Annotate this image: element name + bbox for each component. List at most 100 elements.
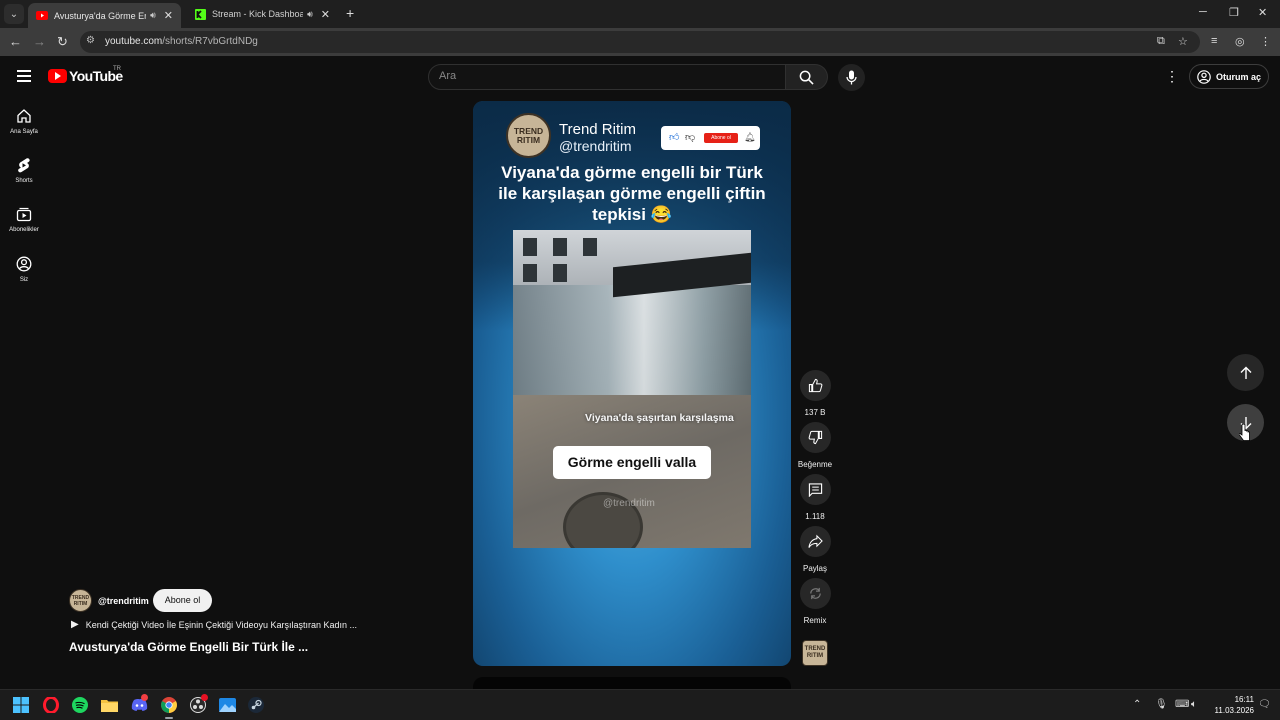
browser-menu-icon[interactable]: ⋮: [1260, 35, 1271, 48]
you-icon: [16, 256, 32, 272]
close-tab-icon[interactable]: ✕: [164, 9, 173, 22]
video-watermark: @trendritim: [603, 498, 655, 509]
thumbs-down-icon: 👎︎: [685, 132, 696, 143]
opera-app[interactable]: [42, 696, 60, 714]
video-subtitle-small: Viyana'da şaşırtan karşılaşma: [585, 412, 734, 424]
close-tab-icon[interactable]: ✕: [321, 8, 330, 21]
remix-button[interactable]: Remix: [799, 578, 831, 625]
video-subscribe-card: 👍︎ 👎︎ Abone ol 🔔︎: [661, 126, 760, 150]
clip-window: [553, 264, 567, 282]
url-host: youtube.com: [105, 36, 163, 47]
sidebar-item-shorts[interactable]: Shorts: [0, 157, 48, 184]
tray-overflow-icon[interactable]: ⌃: [1133, 699, 1141, 710]
next-short-preview[interactable]: [473, 677, 791, 689]
notifications-icon[interactable]: 🗨︎: [1258, 699, 1271, 710]
discord-notification-dot: [141, 694, 148, 701]
install-app-icon[interactable]: ⧉: [1157, 35, 1165, 48]
signin-label: Oturum aç: [1216, 71, 1262, 82]
steam-icon: [248, 697, 264, 713]
start-button[interactable]: [12, 696, 30, 714]
back-icon[interactable]: ←: [9, 34, 22, 49]
search-input[interactable]: [439, 70, 769, 82]
site-info-icon[interactable]: ⚙︎: [86, 35, 95, 46]
share-icon: [807, 534, 823, 548]
comment-count: 1.118: [805, 512, 825, 521]
tab-search-button[interactable]: ⌄: [4, 4, 24, 24]
video-channel-handle: @trendritim: [559, 138, 632, 154]
clip-window: [523, 238, 537, 256]
tab-youtube[interactable]: Avusturya'da Görme Engelli Bi 🔊︎ ✕: [28, 3, 181, 28]
chrome-app[interactable]: [160, 696, 178, 719]
address-bar[interactable]: ⚙︎ youtube.com/shorts/R7vbGrtdNDg: [80, 31, 1200, 53]
steam-app[interactable]: [247, 696, 265, 714]
spotify-app[interactable]: [71, 696, 89, 714]
voice-search-button[interactable]: [838, 64, 865, 91]
comments-button[interactable]: 1.118: [799, 474, 831, 521]
discord-app[interactable]: [130, 694, 148, 714]
video-channel-logo: TREND RITIM: [506, 113, 551, 158]
dislike-button[interactable]: Beğenme: [798, 422, 832, 469]
country-code: TR: [113, 66, 121, 72]
tab-title: Avusturya'da Görme Engelli Bi: [54, 10, 146, 21]
forward-icon[interactable]: →: [33, 34, 46, 49]
menu-icon[interactable]: [17, 70, 31, 82]
dislike-icon: [808, 430, 822, 445]
logo-line: RITIM: [516, 134, 541, 145]
sidebar-item-home[interactable]: Ana Sayfa: [0, 108, 48, 135]
logo-line: TREND: [804, 646, 826, 652]
short-title: Avusturya'da Görme Engelli Bir Türk İle …: [69, 640, 309, 654]
like-button[interactable]: 137 B: [799, 370, 831, 417]
close-window-icon[interactable]: ✕: [1258, 6, 1267, 19]
share-button[interactable]: Paylaş: [799, 526, 831, 573]
taskbar-clock[interactable]: 16:11 11.03.2026: [1210, 694, 1254, 716]
obs-app[interactable]: [189, 694, 208, 714]
video-subscribe-badge: Abone ol: [704, 133, 738, 143]
clip-window: [553, 238, 567, 256]
home-icon: [17, 109, 31, 123]
obs-recording-dot: [201, 694, 208, 701]
speaker-icon[interactable]: 🔊︎: [150, 10, 156, 21]
microphone-icon: [846, 70, 857, 85]
youtube-logo[interactable]: YouTube TR: [48, 66, 123, 84]
opera-icon: [43, 697, 59, 713]
channel-avatar-button[interactable]: TREND RITIM: [802, 640, 828, 666]
signin-button[interactable]: Oturum aç: [1189, 64, 1269, 89]
search-button[interactable]: [786, 64, 828, 90]
tray-microphone-icon[interactable]: 🎙︎: [1155, 699, 1168, 710]
clip-window: [523, 264, 537, 282]
tab-kick[interactable]: Stream - Kick Dashboard 🔊︎ ✕: [186, 3, 338, 25]
windows-logo-icon: [13, 697, 29, 713]
reload-icon[interactable]: ↻: [57, 34, 68, 50]
account-icon: [1197, 69, 1211, 84]
subscribe-button[interactable]: Abone ol: [153, 589, 212, 612]
network-icon[interactable]: ⌨︎: [1175, 699, 1189, 710]
video-channel-name: Trend Ritim: [559, 121, 636, 138]
play-icon: ▶: [71, 619, 79, 630]
spotify-icon: [72, 697, 88, 713]
previous-short-button[interactable]: [1227, 354, 1264, 391]
short-video-player[interactable]: TREND RITIM Trend Ritim @trendritim 👍︎ 👎…: [473, 101, 791, 666]
media-control-icon[interactable]: ≡: [1211, 35, 1217, 47]
bookmark-star-icon[interactable]: ☆: [1178, 35, 1188, 48]
photos-icon: [218, 698, 236, 712]
file-explorer-app[interactable]: [100, 696, 118, 714]
share-label: Paylaş: [802, 564, 827, 573]
linked-video-link[interactable]: ▶ Kendi Çektiği Video İle Eşinin Çektiği…: [71, 619, 357, 630]
new-tab-button[interactable]: +: [346, 5, 354, 21]
logo-line: RITIM: [73, 600, 88, 607]
minimize-icon[interactable]: ─: [1199, 6, 1207, 18]
sidebar-item-you[interactable]: Siz: [0, 256, 48, 283]
meta-channel-avatar[interactable]: TREND RITIM: [69, 589, 92, 612]
settings-menu-icon[interactable]: ⋮: [1165, 68, 1179, 85]
speaker-icon[interactable]: 🔊︎: [307, 9, 313, 20]
remix-label: Remix: [803, 616, 827, 625]
volume-icon[interactable]: 🔈︎: [1191, 699, 1197, 710]
photos-app[interactable]: [218, 696, 236, 714]
shorts-icon: [18, 158, 30, 173]
sidebar-item-subscriptions[interactable]: Abonelikler: [0, 206, 48, 233]
youtube-favicon-icon: [36, 10, 48, 22]
profile-icon[interactable]: ◎: [1235, 35, 1245, 48]
video-headline: Viyana'da görme engelli bir Türk ile kar…: [498, 163, 766, 224]
meta-channel-handle[interactable]: @trendritim: [98, 596, 149, 606]
restore-icon[interactable]: ❐: [1229, 6, 1239, 19]
